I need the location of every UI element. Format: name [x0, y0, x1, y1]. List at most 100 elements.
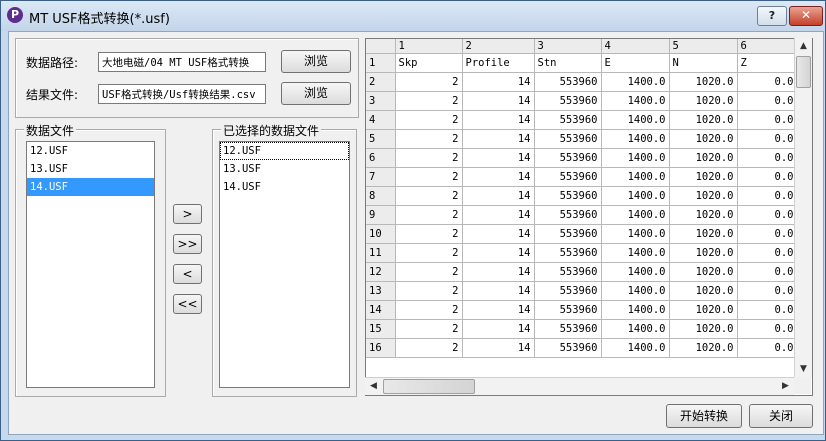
grid-cell[interactable]: 2 [395, 262, 463, 282]
grid-cell[interactable]: 1020.0 [669, 110, 738, 130]
grid-cell[interactable]: 0.0 [737, 338, 798, 358]
grid-column-header[interactable]: 6 [737, 39, 798, 54]
browse-result-file-button[interactable]: 浏览 [281, 82, 351, 105]
grid-cell[interactable]: 0.0 [737, 91, 798, 111]
grid-cell[interactable]: 2 [395, 110, 463, 130]
start-convert-button[interactable]: 开始转换 [666, 404, 742, 428]
grid-column-header[interactable]: 5 [669, 39, 738, 54]
grid-cell[interactable]: 14 [462, 205, 535, 225]
data-file-item[interactable]: 14.USF [27, 178, 154, 196]
grid-column-header[interactable]: 2 [462, 39, 535, 54]
grid-cell[interactable]: 2 [395, 338, 463, 358]
grid-cell[interactable]: 2 [395, 224, 463, 244]
grid-cell[interactable]: 1400.0 [601, 110, 670, 130]
grid-cell[interactable]: 0.0 [737, 72, 798, 92]
grid-row-header[interactable]: 7 [366, 167, 396, 187]
grid-row-header[interactable]: 4 [366, 110, 396, 130]
grid-cell[interactable]: 0.0 [737, 243, 798, 263]
grid-row-header[interactable]: 16 [366, 338, 396, 358]
grid-cell[interactable]: 1020.0 [669, 148, 738, 168]
grid-cell[interactable]: 553960 [534, 300, 602, 320]
grid-cell[interactable]: 0.0 [737, 129, 798, 149]
grid-cell[interactable]: 1400.0 [601, 186, 670, 206]
title-bar[interactable]: P MT USF格式转换(*.usf) ? ✕ [1, 1, 825, 31]
grid-cell[interactable]: N [669, 53, 738, 73]
grid-row-header[interactable]: 9 [366, 205, 396, 225]
grid-cell[interactable]: 1020.0 [669, 281, 738, 301]
grid-cell[interactable]: 553960 [534, 148, 602, 168]
grid-cell[interactable]: 0.0 [737, 224, 798, 244]
grid-cell[interactable]: 14 [462, 110, 535, 130]
grid-cell[interactable]: 1400.0 [601, 205, 670, 225]
grid-cell[interactable]: 1020.0 [669, 319, 738, 339]
grid-cell[interactable]: 1020.0 [669, 72, 738, 92]
grid-cell[interactable]: 553960 [534, 338, 602, 358]
grid-cell[interactable]: 1400.0 [601, 300, 670, 320]
close-window-button[interactable]: ✕ [789, 6, 823, 26]
grid-cell[interactable]: 553960 [534, 262, 602, 282]
grid-cell[interactable]: 2 [395, 72, 463, 92]
grid-horizontal-scrollbar[interactable]: ◀ ▶ [365, 377, 794, 395]
grid-cell[interactable]: 553960 [534, 72, 602, 92]
horizontal-scroll-thumb[interactable] [383, 379, 475, 394]
grid-cell[interactable]: 1020.0 [669, 338, 738, 358]
grid-cell[interactable]: 553960 [534, 319, 602, 339]
grid-cell[interactable]: 14 [462, 129, 535, 149]
grid-cell[interactable]: 14 [462, 186, 535, 206]
grid-cell[interactable]: 2 [395, 243, 463, 263]
grid-cell[interactable]: 553960 [534, 205, 602, 225]
grid-row-header[interactable]: 3 [366, 91, 396, 111]
grid-cell[interactable]: 2 [395, 281, 463, 301]
grid-cell[interactable]: 2 [395, 148, 463, 168]
grid-cell[interactable]: 1020.0 [669, 300, 738, 320]
data-file-item[interactable]: 12.USF [27, 142, 154, 160]
grid-cell[interactable]: 1400.0 [601, 129, 670, 149]
grid-cell[interactable]: 553960 [534, 186, 602, 206]
grid-cell[interactable]: 0.0 [737, 262, 798, 282]
grid-cell[interactable]: 1400.0 [601, 281, 670, 301]
grid-column-header[interactable]: 1 [395, 39, 463, 54]
grid-cell[interactable]: 1400.0 [601, 167, 670, 187]
data-file-item[interactable]: 13.USF [27, 160, 154, 178]
grid-cell[interactable]: 1400.0 [601, 148, 670, 168]
grid-column-header[interactable]: 4 [601, 39, 670, 54]
grid-row-header[interactable]: 11 [366, 243, 396, 263]
grid-row-header[interactable]: 5 [366, 129, 396, 149]
grid-cell[interactable]: 14 [462, 167, 535, 187]
grid-cell[interactable]: 1020.0 [669, 205, 738, 225]
grid-cell[interactable]: 14 [462, 300, 535, 320]
grid-cell[interactable]: 1400.0 [601, 91, 670, 111]
grid-cell[interactable]: 1020.0 [669, 262, 738, 282]
grid-cell[interactable]: 1020.0 [669, 224, 738, 244]
scroll-right-icon[interactable]: ▶ [777, 378, 794, 395]
close-button[interactable]: 关闭 [749, 404, 813, 428]
result-file-input[interactable]: USF格式转换/Usf转换结果.csv [98, 84, 266, 104]
grid-corner[interactable] [366, 39, 396, 54]
vertical-scroll-thumb[interactable] [796, 56, 811, 88]
grid-cell[interactable]: 553960 [534, 110, 602, 130]
grid-cell[interactable]: 0.0 [737, 319, 798, 339]
grid-cell[interactable]: 1020.0 [669, 186, 738, 206]
scroll-left-icon[interactable]: ◀ [365, 378, 382, 395]
grid-cell[interactable]: 553960 [534, 129, 602, 149]
grid-cell[interactable]: 14 [462, 281, 535, 301]
grid-cell[interactable]: 0.0 [737, 110, 798, 130]
grid-cell[interactable]: Stn [534, 53, 602, 73]
grid-cell[interactable]: 14 [462, 262, 535, 282]
selected-file-item[interactable]: 12.USF [220, 142, 349, 160]
grid-row-header[interactable]: 13 [366, 281, 396, 301]
grid-cell[interactable]: 0.0 [737, 186, 798, 206]
grid-cell[interactable]: 1400.0 [601, 338, 670, 358]
grid-cell[interactable]: 2 [395, 91, 463, 111]
grid-row-header[interactable]: 14 [366, 300, 396, 320]
grid-cell[interactable]: 1400.0 [601, 243, 670, 263]
grid-cell[interactable]: 2 [395, 167, 463, 187]
grid-cell[interactable]: Z [737, 53, 798, 73]
grid-cell[interactable]: E [601, 53, 670, 73]
grid-cell[interactable]: 1020.0 [669, 243, 738, 263]
add-one-button[interactable]: > [173, 204, 202, 224]
grid-cell[interactable]: 2 [395, 186, 463, 206]
grid-row-header[interactable]: 2 [366, 72, 396, 92]
grid-cell[interactable]: 553960 [534, 224, 602, 244]
remove-one-button[interactable]: < [173, 264, 202, 284]
